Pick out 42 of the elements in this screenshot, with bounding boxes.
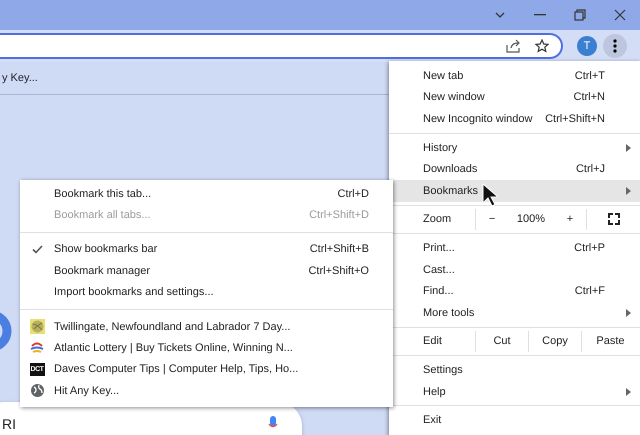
stripes-favicon-icon	[30, 342, 44, 354]
close-icon[interactable]	[614, 9, 626, 21]
shortcut-label: Ctrl+Shift+O	[308, 264, 369, 277]
shortcut-label: Ctrl+Shift+B	[310, 243, 369, 256]
star-icon[interactable]	[535, 39, 549, 53]
edit-action-button[interactable]: Paste	[581, 330, 639, 352]
menu-icon	[613, 39, 617, 53]
bookmark-link[interactable]: y Key...	[2, 72, 38, 84]
menu-item[interactable]: History	[389, 136, 640, 158]
profile-avatar[interactable]: T	[577, 36, 597, 56]
zoom-in-button[interactable]: +	[562, 213, 578, 226]
menu-item[interactable]: Exit	[389, 409, 640, 431]
menu-item[interactable]: New Incognito window Ctrl+Shift+N	[389, 108, 640, 130]
shortcut-label: Ctrl+T	[574, 70, 605, 82]
zoom-label: Zoom	[422, 213, 452, 226]
mouse-pointer-icon	[482, 183, 498, 207]
shortcut-label: Ctrl+J	[576, 163, 605, 176]
shortcut-label: Ctrl+D	[338, 188, 369, 200]
zoom-out-button[interactable]: −	[484, 213, 500, 226]
shortcut-label: Ctrl+Shift+D	[309, 209, 369, 222]
shortcut-label: Ctrl+Shift+N	[545, 112, 605, 125]
menu-item[interactable]: Settings	[389, 359, 640, 381]
menu-item[interactable]: New tab Ctrl+T	[389, 65, 640, 87]
menu-item[interactable]: New window Ctrl+N	[389, 86, 640, 108]
address-bar[interactable]	[0, 33, 563, 59]
edit-label: Edit	[422, 335, 443, 348]
shortcut-label: Ctrl+N	[574, 91, 605, 104]
fullscreen-icon[interactable]	[608, 213, 620, 226]
menu-button[interactable]	[603, 34, 627, 58]
menu-item[interactable]: Downloads Ctrl+J	[389, 158, 640, 180]
microphone-icon[interactable]	[268, 416, 278, 430]
shortcut-label: Ctrl+F	[574, 285, 605, 298]
bookmark-item[interactable]: Atlantic Lottery | Buy Tickets Online, Winning N...	[20, 337, 393, 359]
zoom-level: 100%	[516, 213, 546, 226]
share-icon[interactable]	[506, 39, 521, 53]
ball-favicon-icon	[30, 319, 44, 334]
restore-icon[interactable]	[574, 9, 586, 21]
globe-icon	[30, 384, 44, 398]
minimize-icon[interactable]	[534, 14, 546, 16]
shortcut-label: Ctrl+P	[574, 242, 605, 254]
edit-action-button[interactable]: Copy	[528, 330, 581, 352]
edit-action-button[interactable]: Cut	[475, 330, 528, 352]
